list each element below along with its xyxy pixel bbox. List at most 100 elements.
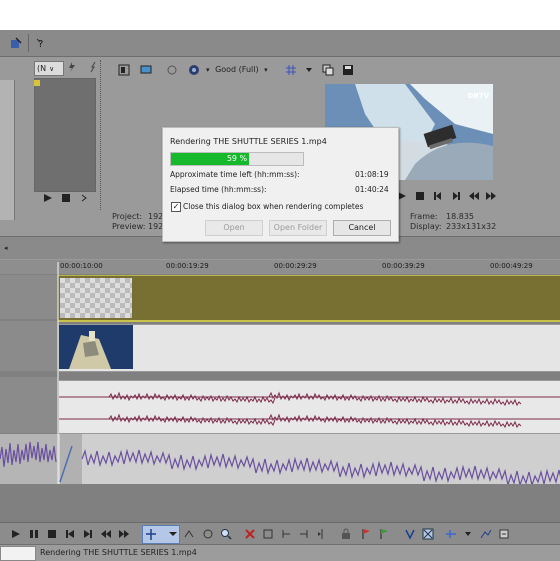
- chevron-down-icon: ∨: [49, 65, 55, 73]
- lock-envelopes-icon[interactable]: [480, 528, 492, 540]
- stop-icon[interactable]: [46, 528, 58, 540]
- transport-bar: [0, 522, 560, 545]
- play-icon[interactable]: [42, 192, 54, 204]
- auto-preview-icon[interactable]: [66, 61, 78, 73]
- monitor-icon[interactable]: [140, 64, 152, 76]
- video-event-1[interactable]: [58, 275, 560, 322]
- elapsed-time-value: 01:40:24: [355, 185, 389, 194]
- preview-value: 192: [148, 222, 164, 231]
- transparent-thumbnail: [60, 278, 132, 318]
- save-snapshot-icon[interactable]: [342, 64, 354, 76]
- next-frame-icon[interactable]: [450, 190, 462, 202]
- track-header[interactable]: [0, 377, 58, 433]
- approx-time-label: Approximate time left (hh:mm:ss):: [170, 170, 300, 179]
- elapsed-time-label: Elapsed time (hh:mm:ss):: [170, 185, 267, 194]
- pause-icon[interactable]: [28, 528, 40, 540]
- help-icon[interactable]: ?: [36, 37, 48, 49]
- new-dropdown-label: (N: [37, 64, 47, 73]
- stop-icon[interactable]: [60, 192, 72, 204]
- playhead[interactable]: [57, 262, 59, 484]
- prev-frame-icon[interactable]: [432, 190, 444, 202]
- preview-properties-icon[interactable]: [118, 64, 130, 76]
- open-folder-button[interactable]: Open Folder: [269, 220, 327, 236]
- track-header[interactable]: [0, 321, 58, 371]
- play-icon[interactable]: [10, 528, 22, 540]
- explorer-list: [0, 80, 15, 220]
- marker-flag-icon[interactable]: [360, 528, 372, 540]
- trim-start-icon[interactable]: [280, 528, 292, 540]
- video-thumbnail: [59, 325, 133, 369]
- selection-tool-icon[interactable]: [202, 528, 214, 540]
- auto-crossfade-icon[interactable]: [422, 528, 434, 540]
- close-when-done-checkbox[interactable]: ✓: [171, 202, 181, 212]
- ruler-tick: 00:00:10:00: [60, 262, 103, 270]
- progress-bar: 59 %: [170, 152, 304, 166]
- rewind-icon[interactable]: [468, 190, 480, 202]
- frame-label: Frame:: [410, 212, 438, 221]
- cancel-button[interactable]: Cancel: [333, 220, 391, 236]
- audio-event[interactable]: [58, 380, 560, 434]
- close-when-done-label: Close this dialog box when rendering com…: [183, 202, 364, 211]
- ruler-tick: 00:00:29:29: [274, 262, 317, 270]
- ruler-tick: 00:00:19:29: [166, 262, 209, 270]
- channel-logo: DBTV: [467, 92, 489, 100]
- ignore-grouping-icon[interactable]: [498, 528, 510, 540]
- ripple-edit-icon[interactable]: [444, 528, 456, 540]
- quality-label: Good (Full): [215, 65, 259, 74]
- snapping-icon[interactable]: [404, 528, 416, 540]
- project-label: Project:: [112, 212, 143, 221]
- panel-grip: [100, 60, 107, 210]
- chevron-right-icon[interactable]: [78, 192, 90, 204]
- dialog-title: Rendering THE SHUTTLE SERIES 1.mp4: [170, 137, 327, 146]
- project-value: 192: [148, 212, 164, 221]
- toolbar-divider: [28, 34, 29, 52]
- media-preview-pane: [34, 78, 96, 192]
- master-audio-track[interactable]: [0, 434, 560, 488]
- timeline-ruler[interactable]: 00:00:10:00 00:00:19:29 00:00:29:29 00:0…: [0, 260, 560, 275]
- chevron-down-icon[interactable]: [462, 528, 474, 540]
- preview-fx-icon[interactable]: [166, 64, 178, 76]
- title-area: [0, 0, 560, 30]
- chevron-down-icon[interactable]: [303, 64, 315, 76]
- go-to-end-icon[interactable]: [82, 528, 94, 540]
- track-header[interactable]: [0, 275, 58, 319]
- envelope-tool-icon[interactable]: [184, 528, 196, 540]
- split-screen-icon[interactable]: [188, 64, 200, 76]
- preview-label: Preview:: [112, 222, 146, 231]
- status-text: Rendering THE SHUTTLE SERIES 1.mp4: [40, 548, 197, 557]
- display-label: Display:: [410, 222, 442, 231]
- approx-time-value: 01:08:19: [355, 170, 389, 179]
- display-value: 233x131x32: [446, 222, 497, 231]
- status-bar: Rendering THE SHUTTLE SERIES 1.mp4: [0, 544, 560, 561]
- rewind-icon[interactable]: [100, 528, 112, 540]
- fast-forward-icon[interactable]: [485, 190, 497, 202]
- new-dropdown[interactable]: (N ∨: [34, 61, 64, 76]
- snap-icon[interactable]: [86, 61, 98, 73]
- overlays-icon[interactable]: [285, 64, 297, 76]
- trim-end-icon[interactable]: [298, 528, 310, 540]
- zoom-tool-icon[interactable]: [220, 528, 232, 540]
- fast-forward-icon[interactable]: [118, 528, 130, 540]
- marker-icon: [34, 80, 40, 86]
- stop-icon[interactable]: [414, 190, 426, 202]
- normal-edit-tool[interactable]: [142, 525, 180, 544]
- region-icon[interactable]: [378, 528, 390, 540]
- chevron-down-icon: ▾: [206, 66, 210, 74]
- chevron-down-icon: ▾: [264, 66, 268, 74]
- properties-icon[interactable]: [10, 37, 22, 49]
- copy-snapshot-icon[interactable]: [322, 64, 334, 76]
- trim-icon[interactable]: [262, 528, 274, 540]
- ruler-tick: 00:00:49:29: [490, 262, 533, 270]
- ruler-tick: 00:00:39:29: [382, 262, 425, 270]
- render-dialog: Rendering THE SHUTTLE SERIES 1.mp4 59 % …: [162, 127, 399, 242]
- delete-icon[interactable]: [244, 528, 256, 540]
- video-event-2[interactable]: [58, 324, 560, 372]
- scroll-left-icon[interactable]: ◂: [4, 244, 8, 252]
- quality-dropdown[interactable]: ▾ Good (Full) ▾: [206, 65, 268, 74]
- status-progress-box: [0, 546, 36, 561]
- go-to-start-icon[interactable]: [64, 528, 76, 540]
- progress-percent: 59 %: [226, 154, 248, 163]
- lock-icon[interactable]: [340, 528, 352, 540]
- open-button[interactable]: Open: [205, 220, 263, 236]
- split-icon[interactable]: [316, 528, 328, 540]
